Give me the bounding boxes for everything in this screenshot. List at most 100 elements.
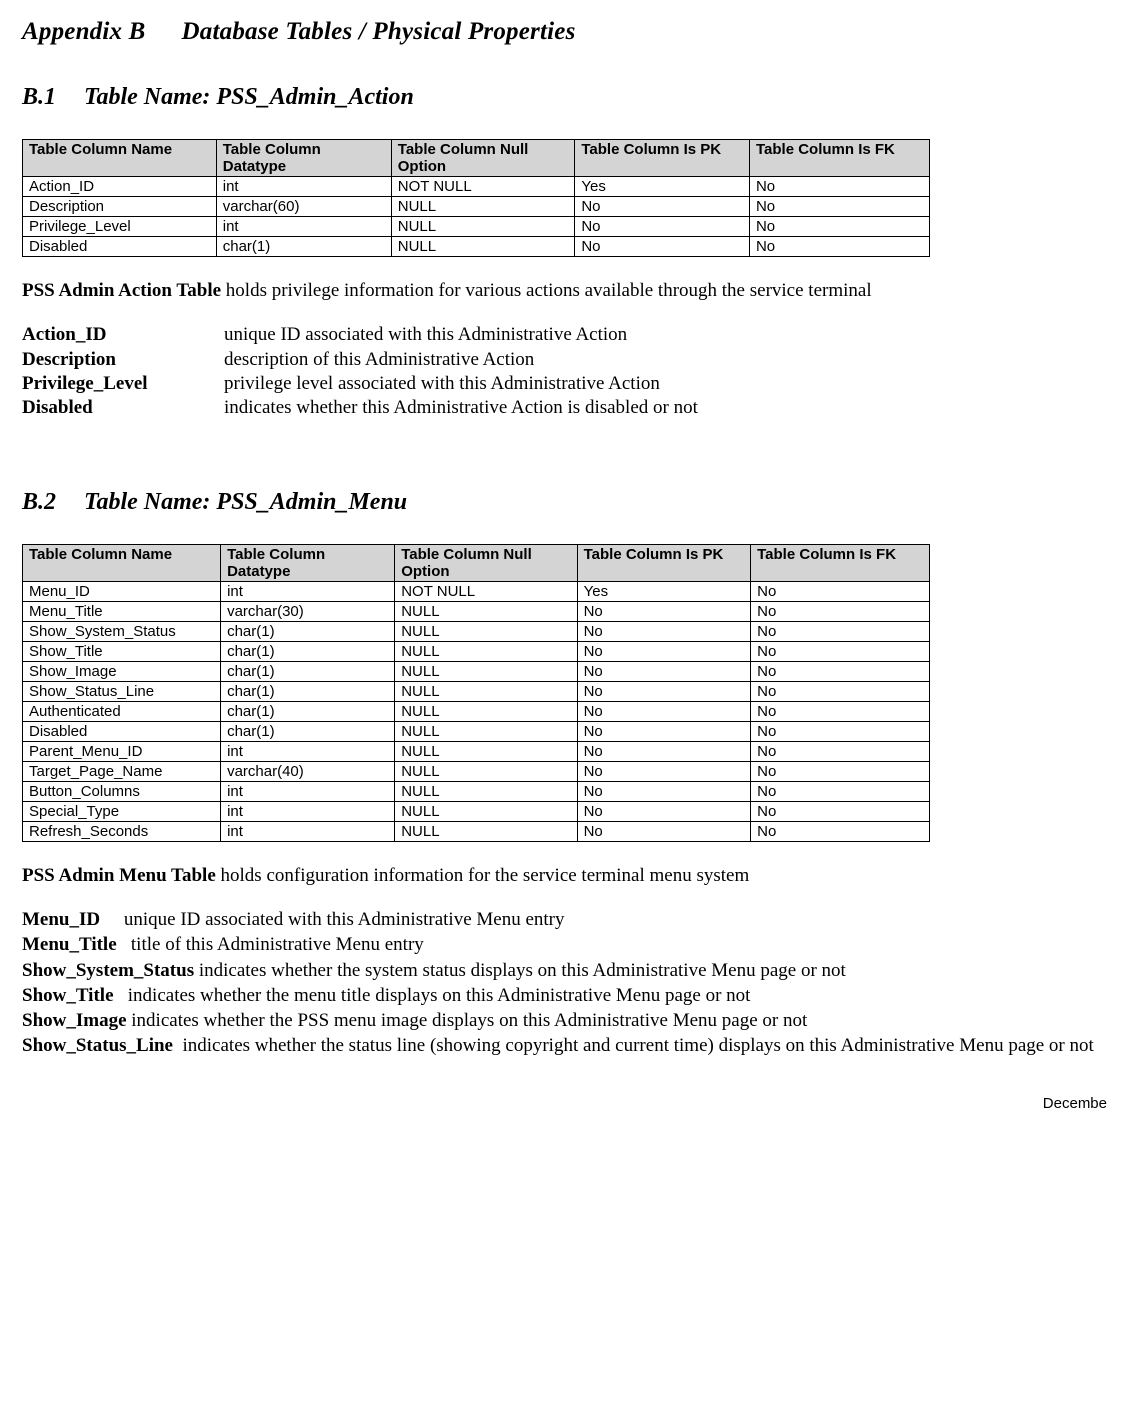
cell-pk: No bbox=[577, 641, 751, 661]
cell-null: NULL bbox=[395, 781, 577, 801]
section-b2-title: B.2Table Name: PSS_Admin_Menu bbox=[22, 489, 1107, 516]
section-b2-name: Table Name: PSS_Admin_Menu bbox=[84, 489, 407, 515]
cell-dtype: char(1) bbox=[221, 661, 395, 681]
cell-pk: No bbox=[577, 821, 751, 841]
field-paragraph: Menu_ID unique ID associated with this A… bbox=[22, 908, 1107, 932]
cell-dtype: int bbox=[216, 217, 391, 237]
cell-fk: No bbox=[751, 821, 930, 841]
cell-null: NOT NULL bbox=[395, 581, 577, 601]
section-b1-num: B.1 bbox=[22, 84, 84, 111]
cell-fk: No bbox=[751, 601, 930, 621]
cell-pk: No bbox=[577, 741, 751, 761]
field-label: Menu_Title bbox=[22, 934, 117, 955]
table-row: Authenticatedchar(1)NULLNoNo bbox=[23, 701, 930, 721]
table-b1: Table Column Name Table Column Datatype … bbox=[22, 139, 930, 257]
cell-null: NULL bbox=[395, 801, 577, 821]
cell-fk: No bbox=[751, 741, 930, 761]
cell-null: NULL bbox=[395, 661, 577, 681]
cell-fk: No bbox=[751, 641, 930, 661]
field-row: Disabledindicates whether this Administr… bbox=[22, 396, 1107, 420]
field-paragraph: Show_System_Status indicates whether the… bbox=[22, 959, 1107, 983]
cell-name: Disabled bbox=[23, 237, 217, 257]
cell-pk: No bbox=[577, 781, 751, 801]
cell-dtype: int bbox=[221, 801, 395, 821]
cell-pk: No bbox=[577, 621, 751, 641]
table-b2-desc-lead: PSS Admin Menu Table bbox=[22, 865, 216, 886]
cell-name: Show_System_Status bbox=[23, 621, 221, 641]
section-b1-title: B.1Table Name: PSS_Admin_Action bbox=[22, 84, 1107, 111]
cell-dtype: char(1) bbox=[221, 721, 395, 741]
field-label: Show_System_Status bbox=[22, 960, 194, 981]
cell-dtype: varchar(30) bbox=[221, 601, 395, 621]
cell-fk: No bbox=[751, 701, 930, 721]
cell-name: Show_Title bbox=[23, 641, 221, 661]
section-b2-num: B.2 bbox=[22, 489, 84, 516]
table-row: Special_TypeintNULLNoNo bbox=[23, 801, 930, 821]
cell-pk: No bbox=[575, 237, 750, 257]
table-row: Show_Status_Linechar(1)NULLNoNo bbox=[23, 681, 930, 701]
col-header-dtype: Table Column Datatype bbox=[216, 140, 391, 177]
cell-name: Show_Image bbox=[23, 661, 221, 681]
cell-fk: No bbox=[751, 721, 930, 741]
cell-fk: No bbox=[751, 581, 930, 601]
table-header-row: Table Column Name Table Column Datatype … bbox=[23, 544, 930, 581]
cell-dtype: char(1) bbox=[221, 641, 395, 661]
table-b2-desc-rest: holds configuration information for the … bbox=[216, 865, 749, 886]
col-header-pk: Table Column Is PK bbox=[577, 544, 751, 581]
cell-dtype: varchar(60) bbox=[216, 197, 391, 217]
table-row: Show_Titlechar(1)NULLNoNo bbox=[23, 641, 930, 661]
cell-fk: No bbox=[751, 661, 930, 681]
field-list-b1: Action_IDunique ID associated with this … bbox=[22, 323, 1107, 420]
col-header-name: Table Column Name bbox=[23, 544, 221, 581]
cell-fk: No bbox=[751, 681, 930, 701]
field-paragraph: Show_Title indicates whether the menu ti… bbox=[22, 984, 1107, 1008]
cell-pk: No bbox=[577, 801, 751, 821]
table-row: Show_Imagechar(1)NULLNoNo bbox=[23, 661, 930, 681]
col-header-null: Table Column Null Option bbox=[391, 140, 575, 177]
cell-dtype: int bbox=[221, 821, 395, 841]
table-row: Show_System_Statuschar(1)NULLNoNo bbox=[23, 621, 930, 641]
table-row: Target_Page_Namevarchar(40)NULLNoNo bbox=[23, 761, 930, 781]
cell-name: Description bbox=[23, 197, 217, 217]
cell-dtype: int bbox=[221, 581, 395, 601]
field-row: Privilege_Levelprivilege level associate… bbox=[22, 372, 1107, 396]
cell-null: NULL bbox=[395, 761, 577, 781]
cell-name: Action_ID bbox=[23, 177, 217, 197]
cell-fk: No bbox=[751, 761, 930, 781]
field-paragraph: Show_Status_Line indicates whether the s… bbox=[22, 1034, 1107, 1058]
field-label: Show_Status_Line bbox=[22, 1035, 173, 1056]
table-row: Descriptionvarchar(60)NULLNoNo bbox=[23, 197, 930, 217]
cell-null: NULL bbox=[395, 641, 577, 661]
cell-pk: Yes bbox=[577, 581, 751, 601]
cell-pk: No bbox=[575, 197, 750, 217]
cell-dtype: varchar(40) bbox=[221, 761, 395, 781]
cell-null: NULL bbox=[395, 741, 577, 761]
cell-pk: No bbox=[577, 721, 751, 741]
field-label: Menu_ID bbox=[22, 909, 100, 930]
field-label: Action_ID bbox=[22, 323, 224, 347]
col-header-fk: Table Column Is FK bbox=[751, 544, 930, 581]
table-b1-desc-rest: holds privilege information for various … bbox=[221, 280, 872, 301]
section-b1-name: Table Name: PSS_Admin_Action bbox=[84, 84, 414, 110]
cell-null: NULL bbox=[395, 701, 577, 721]
cell-null: NULL bbox=[395, 681, 577, 701]
cell-null: NULL bbox=[395, 621, 577, 641]
cell-fk: No bbox=[749, 177, 929, 197]
cell-null: NULL bbox=[391, 197, 575, 217]
table-row: Action_IDintNOT NULLYesNo bbox=[23, 177, 930, 197]
cell-pk: No bbox=[577, 701, 751, 721]
cell-name: Show_Status_Line bbox=[23, 681, 221, 701]
cell-null: NOT NULL bbox=[391, 177, 575, 197]
cell-fk: No bbox=[749, 237, 929, 257]
table-row: Menu_IDintNOT NULLYesNo bbox=[23, 581, 930, 601]
cell-null: NULL bbox=[395, 721, 577, 741]
table-b2: Table Column Name Table Column Datatype … bbox=[22, 544, 930, 842]
field-text: unique ID associated with this Administr… bbox=[224, 323, 1107, 347]
field-row: Descriptiondescription of this Administr… bbox=[22, 348, 1107, 372]
cell-name: Menu_ID bbox=[23, 581, 221, 601]
cell-null: NULL bbox=[395, 601, 577, 621]
page-footer: Decembe bbox=[22, 1095, 1107, 1112]
table-row: Disabledchar(1)NULLNoNo bbox=[23, 237, 930, 257]
cell-name: Target_Page_Name bbox=[23, 761, 221, 781]
cell-null: NULL bbox=[391, 217, 575, 237]
